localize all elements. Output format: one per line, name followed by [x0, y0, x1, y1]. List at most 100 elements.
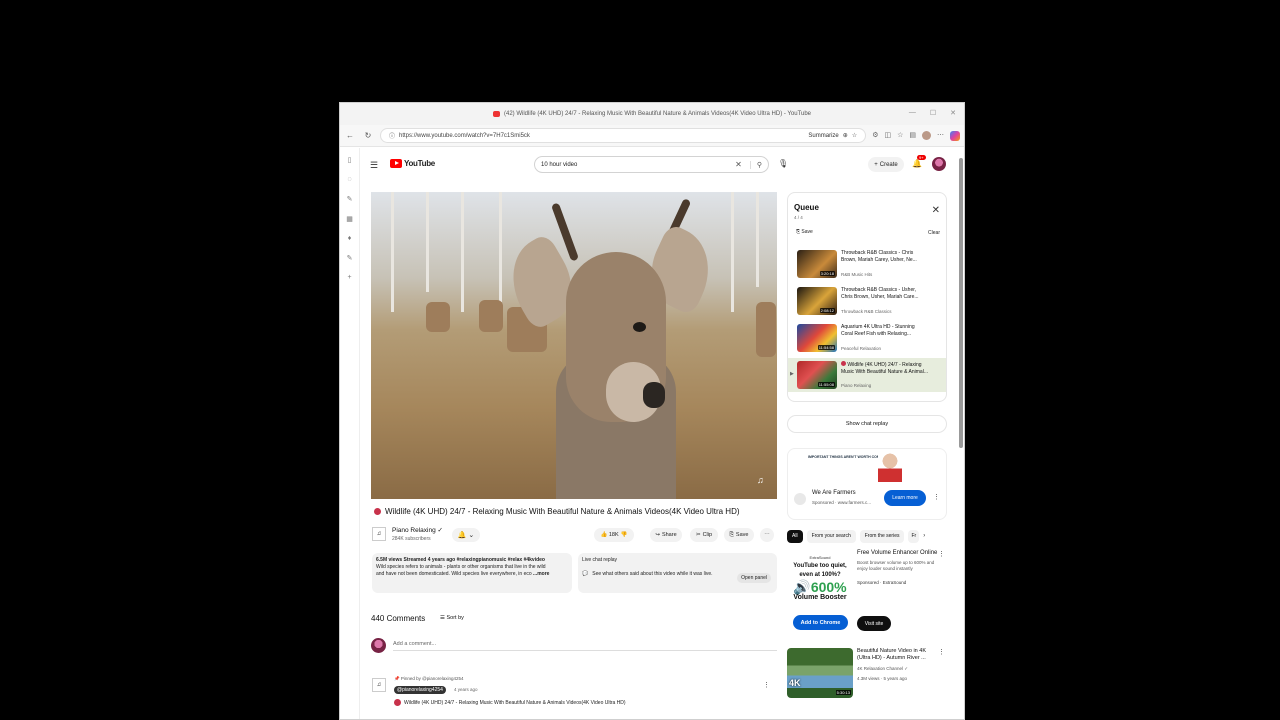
- refresh-icon[interactable]: ↻: [362, 131, 374, 140]
- summarize-button[interactable]: Summarize: [808, 133, 838, 139]
- queue-save-button[interactable]: ⎘ Save: [796, 229, 813, 235]
- share-button[interactable]: ↪ Share: [650, 528, 682, 542]
- queue-thumbnail: 2:08:12: [797, 287, 837, 315]
- tree: [391, 192, 394, 312]
- sidebar-icon-4[interactable]: ♦: [348, 235, 352, 242]
- search-input[interactable]: 10 hour video: [541, 162, 577, 168]
- recommended-video[interactable]: 4K 5:30:13 Beautiful Nature Video in 4K(…: [787, 648, 947, 700]
- live-chat-text: See what others said about this video wh…: [592, 571, 713, 577]
- user-avatar[interactable]: [932, 157, 946, 171]
- address-toolbar: ← ↻ ⓘ https://www.youtube.com/watch?v=7H…: [340, 125, 964, 147]
- chip-from-the-series[interactable]: From the series: [859, 529, 905, 543]
- microphone-icon[interactable]: 🎙: [778, 159, 788, 168]
- site-info-icon[interactable]: ⓘ: [389, 131, 395, 140]
- ad-sponsored: Sponsored · ExtraSound: [857, 580, 907, 585]
- chat-icon: 💬: [582, 571, 589, 577]
- favorite-star-icon[interactable]: ☆: [852, 132, 857, 139]
- comment-author[interactable]: @pianorelaxing4254: [394, 686, 446, 694]
- ad-volume-booster[interactable]: ExtraSound YouTube too quiet, even at 10…: [787, 550, 947, 636]
- tab-actions-icon[interactable]: ▯: [348, 156, 352, 164]
- back-icon[interactable]: ←: [344, 131, 356, 140]
- thumbs-up-icon: 👍: [600, 532, 608, 538]
- queue-item-title: Throwback R&B Classics - Usher, Chris Bro…: [841, 287, 919, 300]
- sidebar-add-icon[interactable]: +: [347, 274, 351, 281]
- sort-by-button[interactable]: ☰ Sort by: [440, 615, 464, 621]
- visit-site-button[interactable]: Visit site: [857, 616, 891, 631]
- recommended-more-icon[interactable]: ⋮: [938, 648, 945, 656]
- hamburger-menu-icon[interactable]: ☰: [370, 160, 378, 171]
- window-controls: — ☐ ✕: [909, 109, 956, 117]
- minimize-icon[interactable]: —: [909, 109, 916, 117]
- ad-brand: ExtraSound: [809, 555, 831, 560]
- clear-search-icon[interactable]: ✕: [735, 160, 742, 169]
- browser-sidebar: ▯ ◌ ✎ ▦ ♦ ✎ +: [340, 148, 360, 719]
- split-screen-icon[interactable]: ◫: [884, 131, 891, 141]
- queue-item[interactable]: 2:08:12 Throwback R&B Classics - Usher, C…: [788, 284, 946, 318]
- subscribed-bell-button[interactable]: 🔔 ⌄: [452, 528, 480, 542]
- background-deer: [426, 302, 450, 332]
- search-box[interactable]: 10 hour video ✕ ⚲: [534, 156, 769, 173]
- more-actions-button[interactable]: ⋯: [760, 528, 774, 542]
- sidebar-icon-1[interactable]: ◌: [347, 176, 351, 183]
- settings-more-icon[interactable]: ⋯: [937, 131, 944, 141]
- plus-icon: +: [874, 161, 878, 168]
- pinned-comment: ♫ 📌 Pinned by @pianorelaxing4254 @pianor…: [372, 676, 778, 716]
- add-to-chrome-button[interactable]: Add to Chrome: [793, 615, 848, 630]
- learn-more-button[interactable]: Learn more: [884, 490, 926, 506]
- channel-name[interactable]: Piano Relaxing ✓: [392, 526, 443, 534]
- add-comment-input[interactable]: Add a comment...: [393, 641, 777, 651]
- open-panel-button[interactable]: Open panel: [737, 573, 771, 583]
- channel-avatar[interactable]: ♫: [372, 527, 386, 541]
- save-button[interactable]: ⎘ Save: [724, 528, 754, 542]
- sidebar-icon-2[interactable]: ✎: [347, 195, 353, 203]
- channel-watermark-icon[interactable]: ♫: [757, 475, 769, 491]
- youtube-tab-icon: [492, 111, 500, 117]
- ad-more-icon[interactable]: ⋮: [933, 493, 940, 501]
- maximize-icon[interactable]: ☐: [930, 109, 936, 117]
- tree: [756, 192, 759, 287]
- queue-item[interactable]: 11:54:58 Aquarium 4K Ultra HD - Stunning…: [788, 321, 946, 355]
- chip-partial[interactable]: Fr: [908, 529, 920, 543]
- comment-author-avatar[interactable]: ♫: [372, 678, 386, 692]
- dislike-button[interactable]: 👎: [621, 532, 628, 538]
- browser-profile-icon[interactable]: [922, 130, 931, 140]
- description-box[interactable]: 6.5M views Streamed 4 years ago #relaxin…: [372, 553, 572, 593]
- comment-timestamp[interactable]: 4 years ago: [454, 687, 478, 692]
- video-title: Wildlife (4K UHD) 24/7 - Relaxing Music …: [374, 507, 740, 516]
- favorites-icon[interactable]: ☆: [897, 131, 903, 141]
- collections-icon[interactable]: ▤: [909, 131, 916, 141]
- like-button[interactable]: 👍 18K: [600, 532, 618, 538]
- page-scrollbar[interactable]: [959, 158, 963, 448]
- video-player[interactable]: ♫: [371, 192, 777, 499]
- clip-button[interactable]: ✂ Clip: [690, 528, 718, 542]
- search-icon[interactable]: ⚲: [749, 160, 762, 169]
- queue-thumbnail: 11:55:08: [797, 361, 837, 389]
- ad-we-are-farmers[interactable]: IMPORTANT THINGS AREN'T WORTH COMPROMISI…: [787, 448, 947, 520]
- description-line-2: and have not been domesticated. Wild spe…: [376, 571, 550, 577]
- queue-item[interactable]: 3:20:18 Throwback R&B Classics - Chris Br…: [788, 247, 946, 281]
- youtube-logo-text: YouTube: [404, 159, 435, 168]
- create-button[interactable]: + Create: [868, 157, 904, 172]
- red-dot-icon: [841, 361, 846, 366]
- show-chat-replay-button[interactable]: Show chat replay: [787, 415, 947, 433]
- notifications-bell-icon[interactable]: 🔔 9+: [912, 155, 926, 168]
- chip-from-your-search[interactable]: From your search: [806, 529, 856, 543]
- close-queue-icon[interactable]: ✕: [932, 205, 940, 216]
- close-window-icon[interactable]: ✕: [950, 109, 956, 117]
- copilot-icon[interactable]: [950, 130, 960, 141]
- queue-clear-button[interactable]: Clear: [928, 230, 940, 236]
- sidebar-icon-5[interactable]: ✎: [347, 254, 353, 262]
- comment-more-icon[interactable]: ⋮: [763, 681, 770, 689]
- ad-title: Free Volume Enhancer Online: [857, 550, 938, 556]
- extensions-icon[interactable]: ⚙: [872, 131, 878, 141]
- youtube-logo[interactable]: YouTube: [390, 159, 435, 168]
- url-bar[interactable]: ⓘ https://www.youtube.com/watch?v=7H7c1S…: [380, 128, 867, 143]
- sidebar-icon-3[interactable]: ▦: [346, 215, 353, 223]
- zoom-icon[interactable]: ⊕: [843, 132, 848, 139]
- video-title-text: Wildlife (4K UHD) 24/7 - Relaxing Music …: [385, 507, 740, 516]
- more-link[interactable]: ...more: [533, 571, 549, 577]
- chevron-right-icon[interactable]: ›: [923, 533, 925, 539]
- chip-all[interactable]: All: [787, 529, 803, 543]
- ad-more-icon[interactable]: ⋮: [938, 550, 945, 558]
- queue-item-current[interactable]: ▶ 11:55:08 Wildlife (4K UHD) 24/7 - Rela…: [788, 358, 946, 392]
